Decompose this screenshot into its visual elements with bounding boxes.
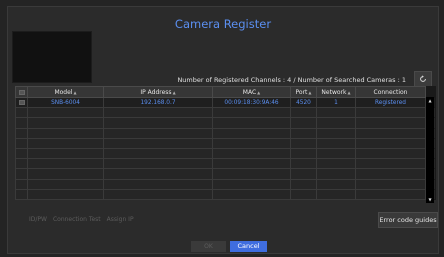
scroll-up-icon[interactable]: ▲ bbox=[426, 98, 434, 103]
table-row-empty bbox=[15, 178, 436, 190]
sort-icon: ▲ bbox=[347, 89, 351, 95]
camera-table: Model▲ IP Address▲ MAC▲ Port▲ Network▲ C… bbox=[15, 86, 436, 200]
refresh-button[interactable] bbox=[414, 71, 432, 87]
error-code-guides-button[interactable]: Error code guides bbox=[378, 212, 438, 228]
table-row-empty bbox=[15, 147, 436, 160]
dialog-title: Camera Register bbox=[174, 17, 272, 31]
column-header-network[interactable]: Network▲ bbox=[316, 86, 356, 98]
table-row-empty bbox=[15, 188, 436, 200]
idpw-button[interactable]: ID/PW bbox=[27, 214, 49, 226]
camera-preview bbox=[12, 31, 92, 83]
cell-mac: 00:09:18:30:9A:46 bbox=[212, 96, 291, 109]
cancel-button[interactable]: Cancel bbox=[230, 241, 267, 252]
table-row[interactable]: SNB-6004 192.168.0.7 00:09:18:30:9A:46 4… bbox=[15, 96, 436, 109]
table-row-empty bbox=[15, 158, 436, 170]
ok-button[interactable]: OK bbox=[191, 241, 226, 252]
table-row-empty bbox=[15, 127, 436, 139]
cell-model: SNB-6004 bbox=[27, 96, 104, 109]
cell-network: 1 bbox=[316, 96, 356, 109]
action-buttons: ID/PW Connection Test Assign IP bbox=[27, 214, 136, 226]
column-header-connection: Connection bbox=[355, 86, 426, 98]
refresh-icon bbox=[420, 75, 426, 82]
table-scrollbar[interactable]: ▲ ▼ bbox=[426, 97, 434, 203]
sort-icon: ▲ bbox=[73, 89, 77, 95]
row-checkbox[interactable] bbox=[15, 96, 28, 109]
table-row-empty bbox=[15, 168, 436, 180]
sort-icon: ▲ bbox=[172, 89, 176, 95]
cell-connection: Registered bbox=[355, 96, 426, 109]
cell-port: 4520 bbox=[290, 96, 317, 109]
column-header-model[interactable]: Model▲ bbox=[27, 86, 104, 98]
assign-ip-button[interactable]: Assign IP bbox=[104, 214, 136, 226]
column-header-port[interactable]: Port▲ bbox=[290, 86, 317, 98]
select-all-checkbox[interactable] bbox=[15, 86, 28, 98]
table-row-empty bbox=[15, 137, 436, 149]
column-header-mac[interactable]: MAC▲ bbox=[212, 86, 291, 98]
column-header-ip[interactable]: IP Address▲ bbox=[103, 86, 213, 98]
channel-count-info: Number of Registered Channels : 4 / Numb… bbox=[177, 76, 406, 84]
sort-icon: ▲ bbox=[257, 89, 261, 95]
cell-ip: 192.168.0.7 bbox=[103, 96, 213, 109]
table-header: Model▲ IP Address▲ MAC▲ Port▲ Network▲ C… bbox=[15, 86, 436, 98]
table-row-empty bbox=[15, 107, 436, 119]
scroll-down-icon[interactable]: ▼ bbox=[426, 197, 434, 202]
sort-icon: ▲ bbox=[308, 89, 312, 95]
table-row-empty bbox=[15, 117, 436, 129]
connection-test-button[interactable]: Connection Test bbox=[50, 214, 103, 226]
